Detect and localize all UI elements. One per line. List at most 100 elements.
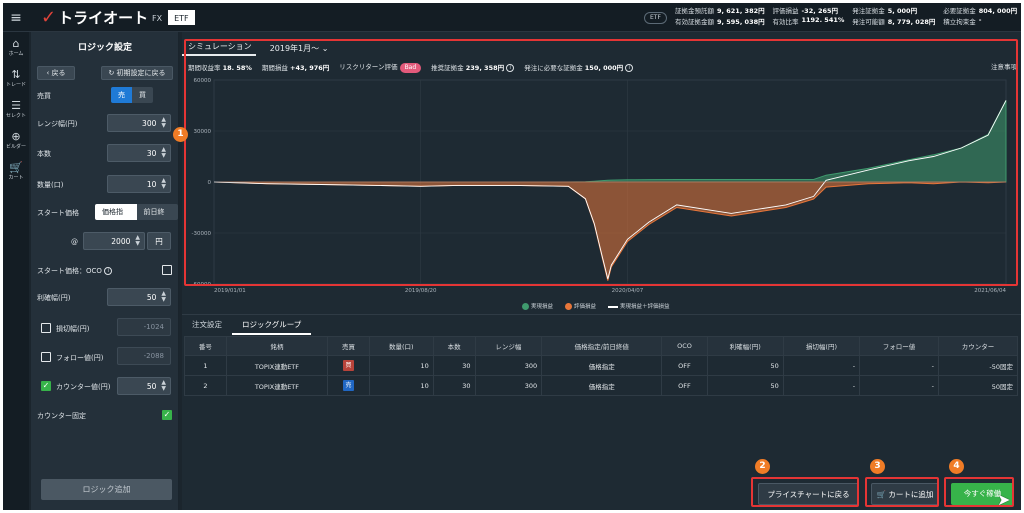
risk-badge: Bad bbox=[399, 63, 422, 73]
counter-fixed-checkbox[interactable]: ✓ bbox=[162, 410, 172, 420]
y-tick-label: 60000 bbox=[194, 78, 212, 84]
stat-label: 評価損益 bbox=[772, 7, 799, 15]
price-chart-button[interactable]: プライスチャートに戻る bbox=[758, 483, 859, 505]
sell-option[interactable]: 売 bbox=[111, 87, 132, 103]
start-price-stepper[interactable]: 2000 ▲ ▼ bbox=[83, 232, 145, 250]
reset-icon: ↻ bbox=[108, 69, 117, 77]
pl-metric: 期間損益 +43, 976円 bbox=[262, 62, 329, 72]
stat-item: 積立拘束金 - bbox=[943, 16, 1019, 26]
info-icon[interactable]: i bbox=[104, 267, 113, 275]
ordermargin-metric: 発注に必要な証拠金 150, 000円 i bbox=[524, 62, 634, 72]
column-header: カウンター bbox=[938, 336, 1018, 356]
simulation-tab[interactable]: シミュレーション bbox=[182, 41, 256, 56]
nav-item-3[interactable]: ⊕ ビルダー bbox=[3, 125, 29, 156]
count-stepper[interactable]: 30 ▲ ▼ bbox=[107, 144, 171, 162]
info-icon[interactable]: i bbox=[625, 64, 634, 72]
stat-value: 9, 621, 382円 bbox=[717, 7, 765, 15]
reset-button[interactable]: ↻ 初期設定に戻る bbox=[101, 66, 173, 80]
app-logo[interactable]: ✓ トライオート bbox=[41, 7, 148, 28]
x-tick-label: 2019/01/01 bbox=[214, 288, 246, 294]
market-tabs: FX ETF bbox=[146, 10, 195, 25]
marker-2: 2 bbox=[755, 459, 770, 474]
y-tick-label: 30000 bbox=[194, 129, 212, 135]
table-cell-sl: - bbox=[782, 355, 861, 376]
table-row[interactable]: 2 TOPIX連動ETF 売 10 30 300 価格指定 OFF 50- -50固定 bbox=[184, 375, 1018, 396]
back-button[interactable]: ‹ 戻る bbox=[37, 66, 75, 80]
notes-link[interactable]: 注意事項 bbox=[991, 61, 1017, 71]
legend-realized: 実現損益 bbox=[522, 302, 553, 310]
side-badge: 買 bbox=[342, 360, 354, 371]
hamburger-menu-icon[interactable]: ≡ bbox=[3, 3, 29, 32]
tab-fx[interactable]: FX bbox=[146, 10, 168, 25]
stat-item: 有効証拠金額 9, 595, 038円 bbox=[675, 16, 766, 26]
tp-stepper[interactable]: 50 ▲ ▼ bbox=[107, 288, 171, 306]
follow-checkbox[interactable] bbox=[41, 352, 51, 362]
column-header: 価格指定/前日終値 bbox=[541, 336, 663, 356]
info-icon[interactable]: i bbox=[506, 64, 515, 72]
marker-1: 1 bbox=[173, 127, 188, 142]
sl-checkbox[interactable] bbox=[41, 323, 51, 333]
table-cell-follow: - bbox=[859, 355, 939, 376]
range-label: レンジ幅(円) bbox=[37, 120, 78, 128]
stepper-arrows-icon[interactable]: ▲ ▼ bbox=[161, 178, 166, 190]
stat-value: 1192. 541% bbox=[801, 16, 845, 24]
table-cell-counter: -50固定 bbox=[938, 355, 1018, 376]
nav-item-1[interactable]: ⇅ トレード bbox=[3, 63, 29, 94]
stepper-arrows-icon[interactable]: ▲ ▼ bbox=[161, 291, 166, 303]
follow-input[interactable]: -2088 bbox=[117, 347, 171, 365]
legend-dot-icon bbox=[522, 303, 529, 310]
table-cell-range: 300 bbox=[474, 355, 543, 376]
side-toggle: 売 買 bbox=[111, 87, 153, 103]
table-cell-side: 売 bbox=[327, 375, 370, 396]
table-cell-no: 2 bbox=[184, 375, 227, 396]
stat-value: 9, 595, 038円 bbox=[717, 18, 765, 26]
add-cart-label: カートに追加 bbox=[888, 490, 934, 499]
tab-logic-group[interactable]: ロジックグループ bbox=[232, 315, 312, 335]
add-cart-button[interactable]: 🛒 カートに追加 bbox=[871, 483, 939, 505]
tab-etf[interactable]: ETF bbox=[168, 10, 195, 25]
period-select[interactable]: 2019年1月〜 ⌄ bbox=[270, 43, 329, 54]
counter-checkbox[interactable]: ✓ bbox=[41, 381, 51, 391]
stepper-arrows-icon[interactable]: ▲ ▼ bbox=[161, 380, 166, 392]
legend-unrealized-label: 評価損益 bbox=[574, 304, 597, 310]
counter-stepper[interactable]: 50 ▲ ▼ bbox=[117, 377, 171, 395]
tab-order-settings[interactable]: 注文設定 bbox=[182, 315, 232, 335]
column-header: 銘柄 bbox=[225, 336, 329, 356]
nav-item-2[interactable]: ☰ セレクト bbox=[3, 94, 29, 125]
logic-group-table: 番号 銘柄 売買 数量(口) 本数 レンジ幅 価格指定/前日終値 OCO 利確幅(円) 損切幅(円… bbox=[184, 336, 1018, 396]
simulation-chart: 60000 30000 0 -30000 -600002019/01/01 2019/08… bbox=[192, 78, 1007, 294]
stepper-arrows-icon[interactable]: ▲ ▼ bbox=[161, 147, 166, 159]
nav-item-4[interactable]: 🛒 カート bbox=[3, 156, 29, 187]
buy-option[interactable]: 買 bbox=[132, 87, 153, 103]
table-cell-counter: 50固定 bbox=[938, 375, 1018, 396]
stepper-arrows-icon[interactable]: ▲ ▼ bbox=[135, 235, 140, 247]
nav-item-0[interactable]: ⌂ ホーム bbox=[3, 32, 29, 63]
x-tick-label: 2020/04/07 bbox=[612, 288, 644, 294]
oco-checkbox[interactable] bbox=[162, 265, 172, 275]
prev-close-option[interactable]: 前日終値 bbox=[136, 204, 178, 220]
nav-label: セレクト bbox=[5, 113, 26, 119]
at-label: @ bbox=[71, 238, 78, 246]
table-cell-side: 買 bbox=[327, 355, 370, 376]
table-cell-oco: OFF bbox=[661, 355, 708, 376]
table-row[interactable]: 1 TOPIX連動ETF 買 10 30 300 価格指定 OFF 50- - -50固定 bbox=[184, 355, 1018, 376]
logic-settings-panel: ロジック設定 ‹ 戻る ↻ 初期設定に戻る 売買 売 買 レンジ幅(円) 300… bbox=[31, 32, 179, 510]
select-icon: ☰ bbox=[11, 99, 21, 112]
column-header: 売買 bbox=[327, 336, 370, 356]
stepper-arrows-icon[interactable]: ▲ ▼ bbox=[161, 117, 166, 129]
range-value: 300 bbox=[142, 118, 157, 128]
start-price-value: 2000 bbox=[111, 236, 131, 246]
sl-input[interactable]: -1024 bbox=[117, 318, 171, 336]
table-cell-follow: - bbox=[859, 375, 939, 396]
range-stepper[interactable]: 300 ▲ ▼ bbox=[107, 114, 171, 132]
table-cell-no: 1 bbox=[184, 355, 227, 376]
side-label: 売買 bbox=[37, 92, 51, 100]
qty-stepper[interactable]: 10 ▲ ▼ bbox=[107, 175, 171, 193]
etf-badge: ETF bbox=[644, 12, 667, 24]
add-logic-button[interactable]: ロジック追加 bbox=[41, 479, 172, 500]
qty-value: 10 bbox=[146, 179, 157, 189]
column-header: 数量(口) bbox=[368, 336, 434, 356]
stat-item: 証拠金預託額 9, 621, 382円 bbox=[675, 5, 766, 15]
table-cell-price: 価格指定 bbox=[541, 375, 663, 396]
price-specified-option[interactable]: 価格指定 bbox=[95, 204, 137, 220]
